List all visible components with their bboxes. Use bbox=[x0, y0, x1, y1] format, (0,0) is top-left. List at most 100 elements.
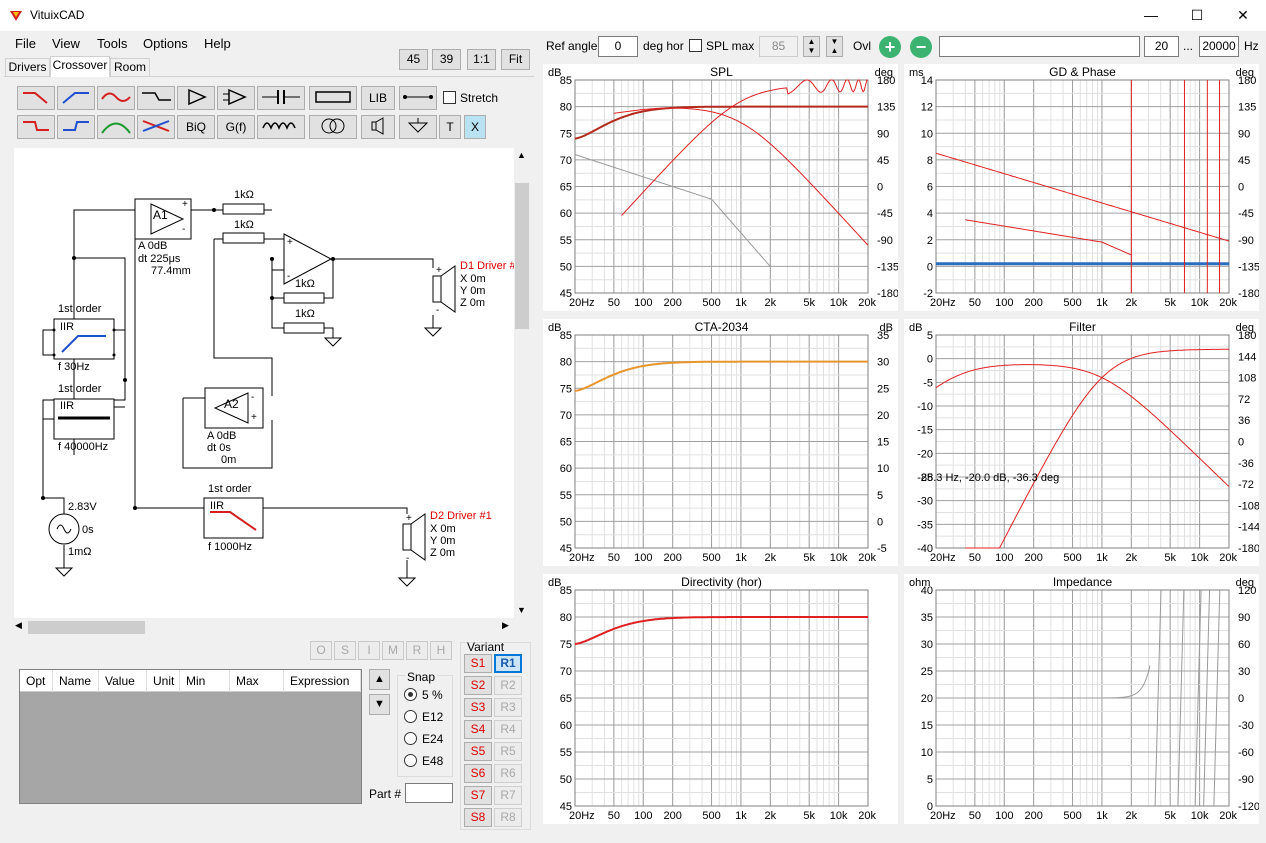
radio-icon[interactable] bbox=[404, 754, 417, 767]
schematic-vertical-scroll-thumb[interactable] bbox=[515, 183, 529, 329]
bandpass-filter-button[interactable] bbox=[97, 115, 135, 139]
menu-help[interactable]: Help bbox=[204, 36, 231, 51]
variant-r1-button[interactable]: R1 bbox=[494, 654, 522, 673]
variant-r7-button[interactable]: R7 bbox=[494, 786, 522, 805]
ground-button[interactable] bbox=[399, 115, 437, 139]
wire-button[interactable] bbox=[399, 86, 437, 110]
freq-max-input[interactable]: 20000 bbox=[1199, 36, 1239, 57]
move-up-button[interactable]: ▲ bbox=[369, 669, 390, 690]
imp-chart[interactable]: 40 35 30 25 20 15 10 5 0 120 90 60 30 0 -30 -60 -90 -120 I… bbox=[904, 574, 1259, 824]
inductor-button[interactable] bbox=[257, 115, 305, 139]
menu-view[interactable]: View bbox=[52, 36, 80, 51]
spl-max-fit-button[interactable]: ▼ ▲ bbox=[826, 36, 843, 57]
variant-s6-button[interactable]: S6 bbox=[464, 764, 492, 783]
variant-s7-button[interactable]: S7 bbox=[464, 786, 492, 805]
variant-r3-button[interactable]: R3 bbox=[494, 698, 522, 717]
schematic-canvas[interactable]: + - - + + - + - + - A1 A 0dB dt 225μs 77.4mm … bbox=[14, 148, 514, 618]
menu-file[interactable]: File bbox=[15, 36, 36, 51]
col-opt[interactable]: Opt bbox=[20, 670, 53, 692]
zoom-fit-button[interactable]: Fit bbox=[501, 49, 530, 70]
m-button[interactable]: M bbox=[382, 641, 404, 660]
stretch-checkbox-box[interactable] bbox=[443, 91, 456, 104]
dir-chart[interactable]: 85 80 75 70 65 60 55 50 45 Directivity (hor) dB 20H… bbox=[543, 574, 898, 824]
cta-chart[interactable]: 85 80 75 70 65 60 55 50 45 35 30 25 20 15 10 5 0 -5 CTA-20… bbox=[543, 319, 898, 566]
peak-filter-button[interactable] bbox=[97, 86, 135, 110]
freq-min-input[interactable]: 20 bbox=[1144, 36, 1179, 57]
overlay-name-input[interactable] bbox=[939, 36, 1140, 57]
ref-angle-input[interactable]: 0 bbox=[598, 36, 638, 57]
spl-max-checkbox-box[interactable] bbox=[689, 39, 702, 52]
close-button[interactable]: ✕ bbox=[1220, 0, 1266, 31]
radio-icon[interactable] bbox=[404, 710, 417, 723]
variant-r2-button[interactable]: R2 bbox=[494, 676, 522, 695]
menu-options[interactable]: Options bbox=[143, 36, 188, 51]
col-name[interactable]: Name bbox=[53, 670, 99, 692]
zoom-39-button[interactable]: 39 bbox=[432, 49, 461, 70]
parameter-table[interactable]: Opt Name Value Unit Min Max Expression bbox=[19, 669, 362, 804]
variant-r4-button[interactable]: R4 bbox=[494, 720, 522, 739]
variant-r8-button[interactable]: R8 bbox=[494, 808, 522, 827]
radio-icon[interactable] bbox=[404, 732, 417, 745]
variant-s8-button[interactable]: S8 bbox=[464, 808, 492, 827]
h-button[interactable]: H bbox=[430, 641, 452, 660]
scroll-left-icon[interactable]: ◀ bbox=[15, 620, 22, 631]
resistor-button[interactable] bbox=[309, 86, 357, 110]
col-unit[interactable]: Unit bbox=[147, 670, 180, 692]
zoom-45-button[interactable]: 45 bbox=[399, 49, 428, 70]
zoom-1to1-button[interactable]: 1:1 bbox=[467, 49, 496, 70]
transformer-button[interactable] bbox=[309, 115, 357, 139]
snap-option-5pct[interactable]: 5 % bbox=[404, 688, 443, 706]
minimize-button[interactable]: — bbox=[1128, 0, 1174, 31]
highpass-filter-button[interactable] bbox=[57, 86, 95, 110]
radio-selected-icon[interactable] bbox=[404, 688, 417, 701]
lowpass-filter-button[interactable] bbox=[17, 86, 55, 110]
variant-s4-button[interactable]: S4 bbox=[464, 720, 492, 739]
maximize-button[interactable]: ☐ bbox=[1174, 0, 1220, 31]
tab-drivers[interactable]: Drivers bbox=[5, 58, 50, 77]
scroll-down-icon[interactable]: ▼ bbox=[517, 605, 526, 615]
gf-button[interactable]: G(f) bbox=[217, 115, 255, 139]
menu-tools[interactable]: Tools bbox=[97, 36, 127, 51]
i-button[interactable]: I bbox=[358, 641, 380, 660]
add-overlay-button[interactable]: + bbox=[879, 36, 901, 58]
capacitor-button[interactable] bbox=[257, 86, 305, 110]
shelf-filter-button[interactable] bbox=[137, 86, 175, 110]
spl-chart[interactable]: 85 80 75 70 65 60 55 50 45 180 135 90 45 0 -45 -90 -135-… bbox=[543, 64, 898, 311]
gd-chart[interactable]: 14 12 10 8 6 4 2 0 -2 180 135 90 45 0 -45 -90 -135 -180 GD… bbox=[904, 64, 1259, 311]
variant-s2-button[interactable]: S2 bbox=[464, 676, 492, 695]
o-button[interactable]: O bbox=[310, 641, 332, 660]
highpass2-filter-button[interactable] bbox=[57, 115, 95, 139]
r-button[interactable]: R bbox=[406, 641, 428, 660]
s-button[interactable]: S bbox=[334, 641, 356, 660]
snap-option-e48[interactable]: E48 bbox=[404, 754, 443, 772]
col-expression[interactable]: Expression bbox=[284, 670, 361, 692]
tab-crossover[interactable]: Crossover bbox=[50, 56, 110, 77]
lowpass2-filter-button[interactable] bbox=[17, 115, 55, 139]
opamp-button[interactable] bbox=[217, 86, 255, 110]
col-value[interactable]: Value bbox=[99, 670, 147, 692]
tab-room[interactable]: Room bbox=[110, 58, 150, 77]
schematic-horizontal-scroll-thumb[interactable] bbox=[28, 621, 145, 634]
spl-max-checkbox[interactable]: SPL max bbox=[689, 39, 754, 53]
biquad-button[interactable]: BiQ bbox=[177, 115, 215, 139]
driver-button[interactable] bbox=[361, 115, 395, 139]
spl-max-input[interactable]: 85 bbox=[759, 36, 798, 57]
remove-overlay-button[interactable]: − bbox=[910, 36, 932, 58]
library-button[interactable]: LIB bbox=[361, 86, 395, 110]
stretch-checkbox[interactable]: Stretch bbox=[443, 91, 498, 105]
delete-button[interactable]: X bbox=[464, 115, 486, 139]
variant-s3-button[interactable]: S3 bbox=[464, 698, 492, 717]
variant-s5-button[interactable]: S5 bbox=[464, 742, 492, 761]
move-down-button[interactable]: ▼ bbox=[369, 694, 390, 715]
col-max[interactable]: Max bbox=[230, 670, 284, 692]
spl-max-spinner[interactable]: ▲ ▼ bbox=[803, 36, 820, 57]
variant-r5-button[interactable]: R5 bbox=[494, 742, 522, 761]
filter-chart[interactable]: 5 0 -5 -10 -15 -20 -25 -30 -35 -40 180 144 108 72 36 0-… bbox=[904, 319, 1259, 566]
variant-s1-button[interactable]: S1 bbox=[464, 654, 492, 673]
allpass-filter-button[interactable] bbox=[137, 115, 175, 139]
variant-r6-button[interactable]: R6 bbox=[494, 764, 522, 783]
col-min[interactable]: Min bbox=[180, 670, 230, 692]
scroll-right-icon[interactable]: ▶ bbox=[502, 620, 509, 631]
part-number-input[interactable] bbox=[405, 783, 453, 803]
snap-option-e12[interactable]: E12 bbox=[404, 710, 443, 728]
